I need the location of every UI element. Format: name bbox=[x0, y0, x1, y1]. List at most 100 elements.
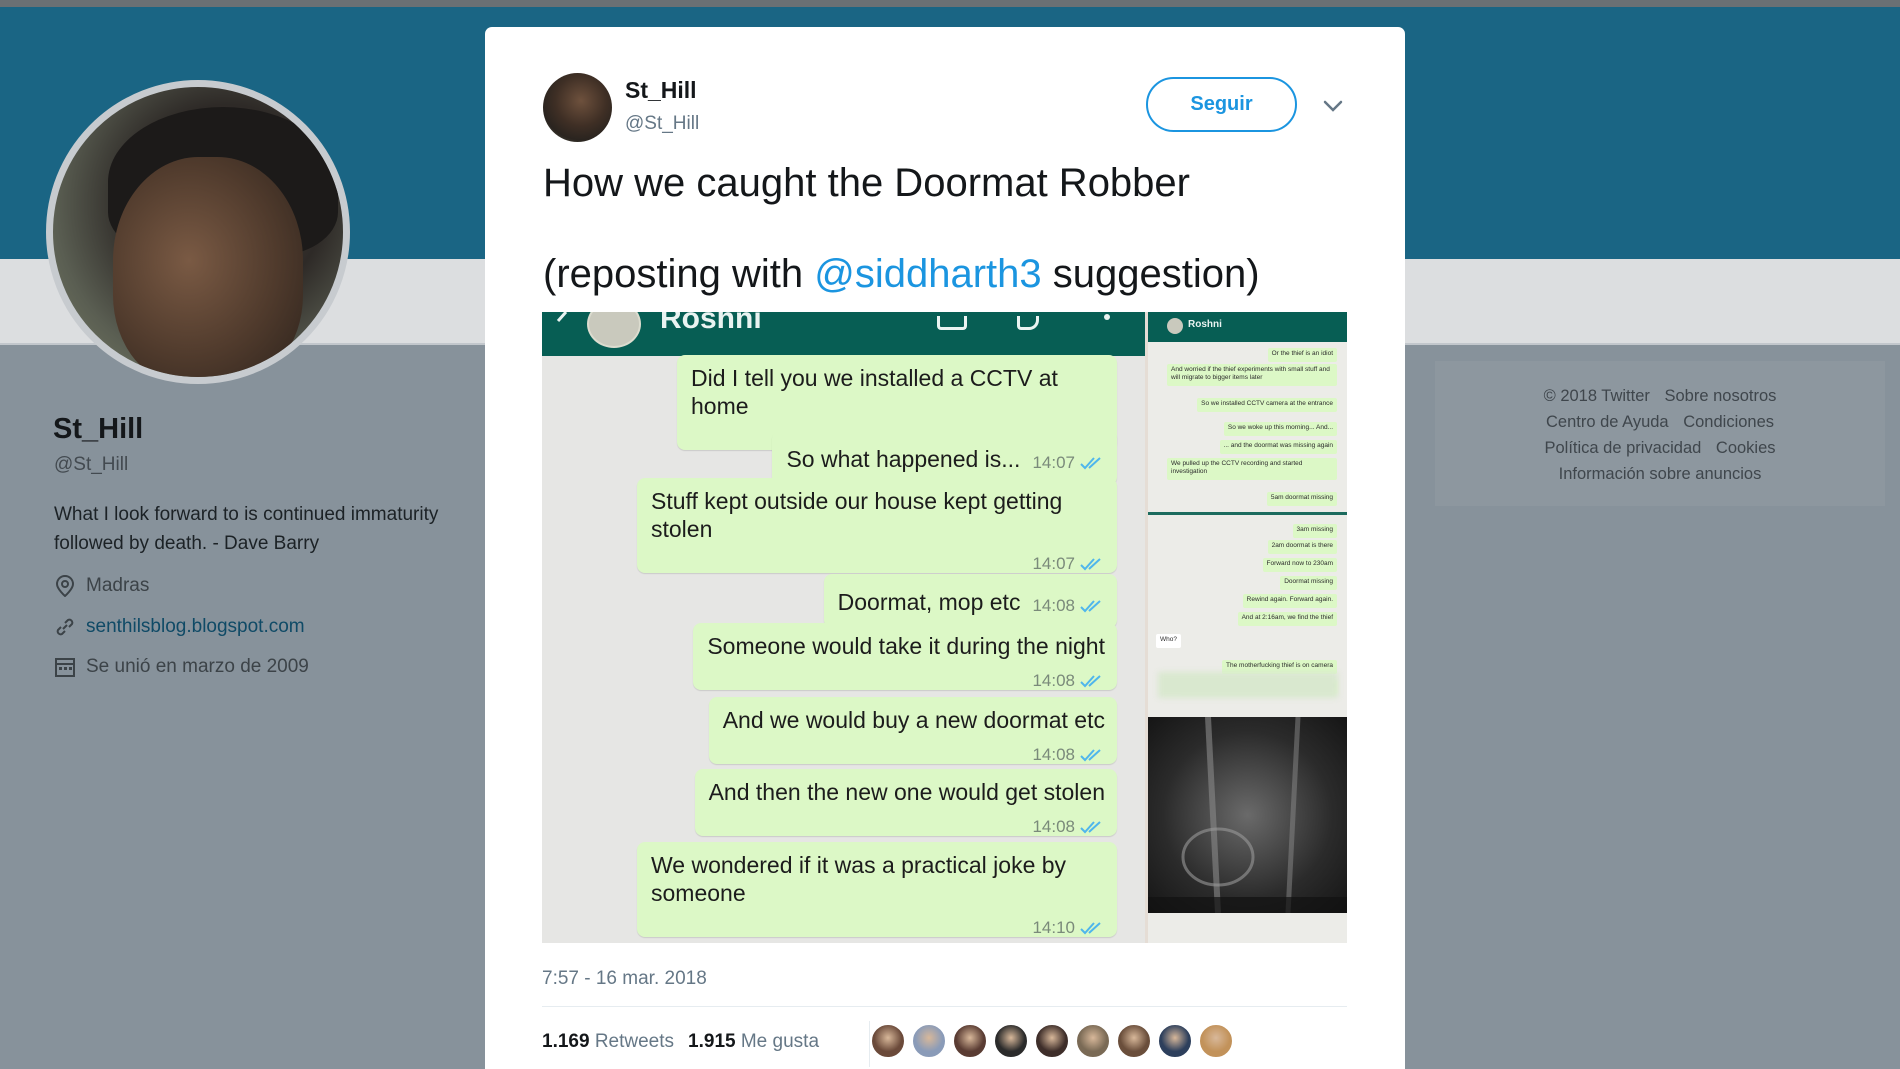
chat-bubble: Doormat, mop etc 14:08 bbox=[823, 574, 1117, 628]
mini-chat-bubble: 5am doormat missing bbox=[1266, 492, 1337, 506]
chat-bubble: Someone would take it during the night 14… bbox=[693, 623, 1117, 690]
footer-about-link[interactable]: Sobre nosotros bbox=[1665, 387, 1777, 405]
liker-avatar[interactable] bbox=[870, 1023, 906, 1059]
chat-bubble-meta: 14:08 bbox=[707, 660, 1105, 690]
profile-avatar[interactable] bbox=[46, 80, 350, 384]
footer-copyright: © 2018 Twitter bbox=[1543, 387, 1650, 405]
chat-screenshot-continued[interactable]: Roshni Or the thief is an idiot And worri… bbox=[1148, 312, 1347, 943]
footer-cookies-link[interactable]: Cookies bbox=[1716, 439, 1776, 457]
profile-website[interactable]: senthilsblog.blogspot.com bbox=[54, 616, 305, 638]
tweet-author-name[interactable]: St_Hill bbox=[625, 77, 697, 104]
profile-bio: What I look forward to is continued imma… bbox=[54, 504, 439, 554]
mini-chat-bubble: 3am missing bbox=[1292, 524, 1337, 538]
chat-bubble-time: 14:08 bbox=[1032, 671, 1075, 690]
follow-button[interactable]: Seguir bbox=[1146, 77, 1297, 132]
retweets-label: Retweets bbox=[594, 1031, 675, 1052]
footer-links-card: © 2018 Twitter Sobre nosotros Centro de … bbox=[1435, 361, 1885, 506]
likes-stat[interactable]: 1.915 Me gusta bbox=[688, 1031, 819, 1053]
chat-bubble-meta: 14:08 bbox=[709, 806, 1105, 836]
chat-bubble: So what happened is... 14:07 bbox=[772, 431, 1117, 485]
chat-bubble-meta: 14:07 bbox=[1032, 440, 1105, 477]
cctv-still-image bbox=[1148, 716, 1347, 914]
blurred-message bbox=[1158, 672, 1338, 698]
liker-avatar[interactable] bbox=[952, 1023, 988, 1059]
tweet-author-handle[interactable]: @St_Hill bbox=[625, 113, 699, 135]
liker-avatar[interactable] bbox=[1034, 1023, 1070, 1059]
chat-bubble-time: 14:10 bbox=[1032, 918, 1075, 937]
double-check-icon bbox=[1079, 667, 1105, 695]
tweet-text-line1: How we caught the Doormat Robber bbox=[543, 161, 1190, 205]
chat-bubble-time: 14:07 bbox=[1032, 554, 1075, 573]
mini-chat-bubble: Forward now to 230am bbox=[1262, 558, 1337, 572]
footer-privacy-link[interactable]: Política de privacidad bbox=[1544, 439, 1701, 457]
joined-text: Se unió en marzo de 2009 bbox=[86, 656, 309, 677]
liker-avatar[interactable] bbox=[1075, 1023, 1111, 1059]
chevron-down-icon[interactable] bbox=[1320, 93, 1346, 119]
mini-chat-bubble: Who? bbox=[1156, 634, 1181, 648]
chat-header: Roshni bbox=[542, 312, 1145, 356]
chat-bubble-text: Someone would take it during the night bbox=[707, 633, 1105, 659]
mini-chat-bubble: So we woke up this morning... And... bbox=[1223, 422, 1337, 436]
tweet-media[interactable]: Roshni Did I tell you we installed a CCT… bbox=[542, 312, 1347, 943]
chat-bubble-meta: 14:08 bbox=[723, 734, 1105, 764]
chat-bubble-time: 14:07 bbox=[1032, 453, 1075, 472]
chat-bubble-text: So what happened is... bbox=[786, 445, 1021, 472]
chat-bubble-text: We wondered if it was a practical joke b… bbox=[651, 852, 1067, 906]
double-check-icon bbox=[1079, 813, 1105, 841]
avatar-face bbox=[113, 157, 303, 377]
mini-chat-bubble: And worried if the thief experiments wit… bbox=[1167, 364, 1337, 386]
chat-bubble: We wondered if it was a practical joke b… bbox=[637, 842, 1117, 937]
tweet-timestamp[interactable]: 7:57 - 16 mar. 2018 bbox=[542, 968, 707, 990]
chat-bubble-time: 14:08 bbox=[1032, 817, 1075, 836]
liker-avatar[interactable] bbox=[993, 1023, 1029, 1059]
mini-chat-bubble: 2am doormat is there bbox=[1267, 540, 1337, 554]
more-options-icon bbox=[1104, 314, 1110, 320]
website-link[interactable]: senthilsblog.blogspot.com bbox=[86, 616, 305, 638]
tweet-text: How we caught the Doormat Robber (repost… bbox=[543, 160, 1363, 297]
footer-terms-link[interactable]: Condiciones bbox=[1683, 413, 1774, 431]
chat-bubble: And we would buy a new doormat etc 14:08 bbox=[708, 697, 1117, 764]
screenshot-separator bbox=[1148, 512, 1347, 515]
tweet-stats: 1.169 Retweets 1.915 Me gusta bbox=[542, 1031, 819, 1053]
link-icon bbox=[54, 616, 76, 638]
mini-chat-bubble: So we installed CCTV camera at the entra… bbox=[1197, 398, 1337, 412]
chat-bubble-meta: 14:10 bbox=[651, 907, 1105, 937]
likers-avatars bbox=[870, 1023, 1234, 1059]
location-pin-icon bbox=[54, 575, 76, 597]
chat-bubble-text: Stuff kept outside our house kept gettin… bbox=[651, 488, 1063, 542]
footer-help-link[interactable]: Centro de Ayuda bbox=[1546, 413, 1669, 431]
chat-bubble-text: Did I tell you we installed a CCTV at ho… bbox=[691, 365, 1058, 419]
liker-avatar[interactable] bbox=[1157, 1023, 1193, 1059]
chat-bubble-meta: 14:08 bbox=[1032, 583, 1105, 620]
mention-link[interactable]: @siddharth3 bbox=[814, 252, 1041, 296]
liker-avatar[interactable] bbox=[1198, 1023, 1234, 1059]
chat-bubble-time: 14:08 bbox=[1032, 745, 1075, 764]
liker-avatar[interactable] bbox=[911, 1023, 947, 1059]
stats-divider-top bbox=[542, 1006, 1347, 1007]
profile-joined: Se unió en marzo de 2009 bbox=[54, 656, 309, 678]
chat-contact-name: Roshni bbox=[660, 312, 762, 335]
retweets-stat[interactable]: 1.169 Retweets bbox=[542, 1031, 674, 1053]
profile-name[interactable]: St_Hill bbox=[53, 413, 143, 446]
mini-chat-bubble: And at 2:16am, we find the thief bbox=[1237, 612, 1337, 626]
browser-top-strip bbox=[0, 0, 1900, 7]
calendar-icon bbox=[54, 656, 76, 678]
tweet-author-avatar[interactable] bbox=[543, 73, 612, 142]
cctv-scene bbox=[1148, 716, 1347, 914]
chat-bubble-text: And we would buy a new doormat etc bbox=[722, 707, 1105, 733]
double-check-icon bbox=[1079, 449, 1105, 477]
mini-chat-bubble: Rewind again. Forward again. bbox=[1242, 594, 1337, 608]
chat-contact-avatar bbox=[587, 312, 641, 348]
chat-bubble-text: Doormat, mop etc bbox=[837, 588, 1021, 615]
double-check-icon bbox=[1079, 741, 1105, 769]
mini-contact-name: Roshni bbox=[1188, 319, 1222, 330]
mini-chat-bubble: Or the thief is an idiot bbox=[1267, 348, 1337, 362]
footer-ads-link[interactable]: Información sobre anuncios bbox=[1559, 465, 1762, 483]
liker-avatar[interactable] bbox=[1116, 1023, 1152, 1059]
mini-chat-bubble: We pulled up the CCTV recording and star… bbox=[1167, 458, 1337, 480]
tweet-modal: St_Hill @St_Hill Seguir How we caught th… bbox=[485, 27, 1405, 1069]
chat-screenshot-main[interactable]: Roshni Did I tell you we installed a CCT… bbox=[542, 312, 1145, 943]
mini-chat-bubble: Doormat missing bbox=[1280, 576, 1337, 590]
mini-chat-header: Roshni bbox=[1148, 312, 1347, 342]
phone-icon bbox=[1017, 316, 1039, 330]
